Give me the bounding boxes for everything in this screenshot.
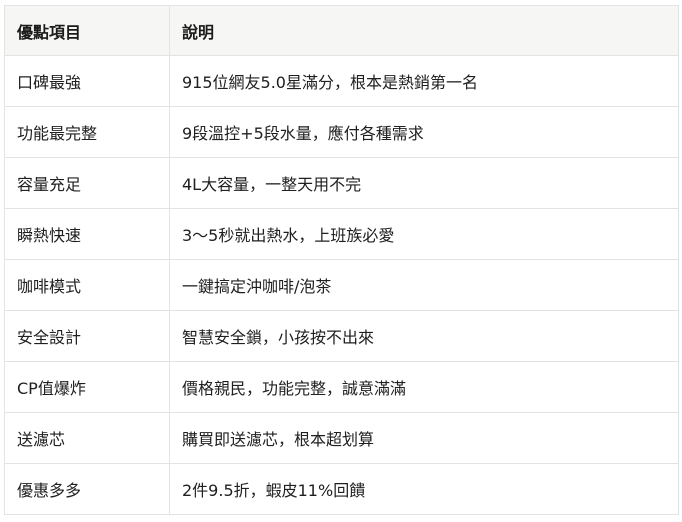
- table-row: CP值爆炸 價格親民，功能完整，誠意滿滿: [4, 361, 679, 413]
- row-item-cell: 送濾芯: [4, 412, 170, 464]
- row-item-cell: CP值爆炸: [4, 361, 170, 413]
- row-item-cell: 瞬熱快速: [4, 208, 170, 260]
- row-description-cell: 購買即送濾芯，根本超划算: [169, 412, 679, 464]
- table-row: 咖啡模式 一鍵搞定沖咖啡/泡茶: [4, 259, 679, 311]
- row-description-cell: 915位網友5.0星滿分，根本是熱銷第一名: [169, 55, 679, 107]
- row-description-cell: 智慧安全鎖，小孩按不出來: [169, 310, 679, 362]
- header-item: 優點項目: [4, 5, 170, 56]
- table-row: 容量充足 4L大容量，一整天用不完: [4, 157, 679, 209]
- table-row: 瞬熱快速 3～5秒就出熱水，上班族必愛: [4, 208, 679, 260]
- row-item-cell: 口碑最強: [4, 55, 170, 107]
- row-description-cell: 價格親民，功能完整，誠意滿滿: [169, 361, 679, 413]
- row-item-cell: 功能最完整: [4, 106, 170, 158]
- header-description: 說明: [169, 5, 679, 56]
- table-row: 安全設計 智慧安全鎖，小孩按不出來: [4, 310, 679, 362]
- page: 優點項目 說明 口碑最強 915位網友5.0星滿分，根本是熱銷第一名 功能最完整…: [0, 0, 682, 522]
- header-row: 優點項目 說明: [4, 5, 679, 56]
- table-row: 功能最完整 9段溫控+5段水量，應付各種需求: [4, 106, 679, 158]
- row-description-cell: 9段溫控+5段水量，應付各種需求: [169, 106, 679, 158]
- row-description-cell: 2件9.5折，蝦皮11%回饋: [169, 463, 679, 515]
- table-row: 送濾芯 購買即送濾芯，根本超划算: [4, 412, 679, 464]
- row-description-cell: 3～5秒就出熱水，上班族必愛: [169, 208, 679, 260]
- row-item-cell: 安全設計: [4, 310, 170, 362]
- row-item-cell: 咖啡模式: [4, 259, 170, 311]
- row-item-cell: 優惠多多: [4, 463, 170, 515]
- row-description-cell: 一鍵搞定沖咖啡/泡茶: [169, 259, 679, 311]
- row-item-cell: 容量充足: [4, 157, 170, 209]
- row-description-cell: 4L大容量，一整天用不完: [169, 157, 679, 209]
- features-table: 優點項目 說明 口碑最強 915位網友5.0星滿分，根本是熱銷第一名 功能最完整…: [4, 5, 679, 515]
- table-row: 優惠多多 2件9.5折，蝦皮11%回饋: [4, 463, 679, 515]
- table-row: 口碑最強 915位網友5.0星滿分，根本是熱銷第一名: [4, 55, 679, 107]
